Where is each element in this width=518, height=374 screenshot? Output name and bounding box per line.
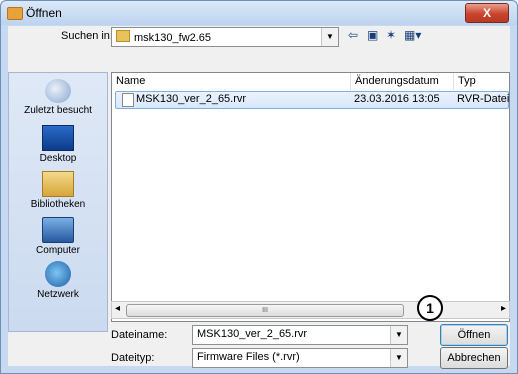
filetype-label: Dateityp: <box>111 352 155 364</box>
window-title: Öffnen <box>26 6 62 20</box>
computer-icon <box>42 217 74 243</box>
places-bar: Zuletzt besucht Desktop Bibliotheken Com… <box>8 72 108 332</box>
file-name: MSK130_ver_2_65.rvr <box>136 93 247 105</box>
close-button[interactable]: X <box>465 3 509 23</box>
libraries-icon <box>42 171 74 197</box>
file-date: 23.03.2016 13:05 <box>354 93 440 105</box>
place-computer[interactable]: Computer <box>9 217 107 256</box>
file-row[interactable]: MSK130_ver_2_65.rvr 23.03.2016 13:05 RVR… <box>115 91 509 109</box>
folder-up-icon[interactable]: ▣ <box>367 28 378 42</box>
file-type: RVR-Datei <box>457 93 510 105</box>
scroll-left-icon[interactable]: ◂ <box>115 303 120 314</box>
desktop-icon <box>42 125 74 151</box>
open-dialog: Öffnen X Suchen in: msk130_fw2.65 ▼ ⇦ ▣ … <box>0 0 518 374</box>
place-label: Bibliotheken <box>30 199 86 210</box>
cancel-button[interactable]: Abbrechen <box>440 347 508 369</box>
lookin-label: Suchen in: <box>61 30 113 42</box>
recent-places-icon <box>45 79 71 103</box>
scroll-right-icon[interactable]: ▸ <box>501 303 506 314</box>
lookin-value: msk130_fw2.65 <box>134 32 212 44</box>
chevron-down-icon[interactable]: ▼ <box>321 28 338 46</box>
filetype-value: Firmware Files (*.rvr) <box>197 351 300 363</box>
filename-label: Dateiname: <box>111 329 168 341</box>
scrollbar-thumb[interactable]: III <box>126 304 404 317</box>
place-label: Zuletzt besucht <box>24 105 92 116</box>
network-icon <box>45 261 71 287</box>
lookin-combo[interactable]: msk130_fw2.65 ▼ <box>111 27 339 47</box>
filename-value: MSK130_ver_2_65.rvr <box>197 328 308 340</box>
views-menu-icon[interactable]: ▦▾ <box>404 28 421 42</box>
arrow-left-icon[interactable]: ⇦ <box>348 28 358 42</box>
place-desktop[interactable]: Desktop <box>9 125 107 164</box>
file-list[interactable]: Name Änderungsdatum Typ MSK130_ver_2_65.… <box>111 72 510 322</box>
callout-marker: 1 <box>417 295 443 321</box>
column-header-date[interactable]: Änderungsdatum <box>351 73 454 90</box>
chevron-down-icon[interactable]: ▼ <box>390 326 407 344</box>
column-header-name[interactable]: Name <box>112 73 351 90</box>
folder-icon <box>7 7 23 20</box>
open-button[interactable]: Öffnen <box>440 324 508 346</box>
column-header-type[interactable]: Typ <box>454 73 509 90</box>
folder-icon <box>116 30 130 42</box>
place-label: Desktop <box>39 153 77 164</box>
place-recent[interactable]: Zuletzt besucht <box>9 79 107 116</box>
title-bar[interactable]: Öffnen X <box>1 1 517 25</box>
place-label: Netzwerk <box>37 289 79 300</box>
horizontal-scrollbar[interactable]: ◂ III ▸ <box>111 301 510 319</box>
filename-field[interactable]: MSK130_ver_2_65.rvr ▼ <box>192 325 408 345</box>
place-label: Computer <box>36 245 80 256</box>
place-libraries[interactable]: Bibliotheken <box>9 171 107 210</box>
file-icon <box>122 93 134 107</box>
chevron-down-icon[interactable]: ▼ <box>390 349 407 367</box>
filetype-select[interactable]: Firmware Files (*.rvr) ▼ <box>192 348 408 368</box>
place-network[interactable]: Netzwerk <box>9 261 107 300</box>
new-folder-icon[interactable]: ✶ <box>386 28 396 42</box>
